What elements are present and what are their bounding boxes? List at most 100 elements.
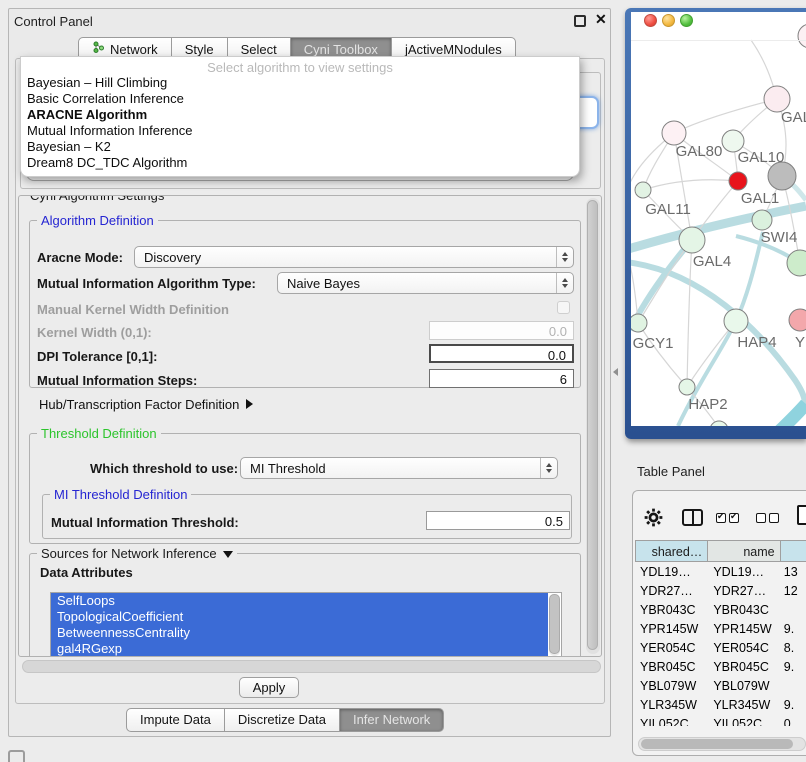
manual-kernel-checkbox[interactable]	[557, 301, 570, 314]
mi-threshold-label: Mutual Information Threshold:	[51, 515, 239, 530]
node-gal80[interactable]	[662, 121, 686, 145]
split-columns-icon[interactable]	[682, 509, 703, 526]
mi-threshold-definition-title: MI Threshold Definition	[50, 487, 191, 502]
list-item-selfloops[interactable]: SelfLoops	[51, 593, 548, 609]
node-label-gal11: GAL11	[645, 201, 691, 218]
dropdown-item-bayesian-hill-climbing[interactable]: Bayesian – Hill Climbing	[21, 75, 579, 91]
dpi-tolerance-label: DPI Tolerance [0,1]:	[37, 349, 157, 364]
tab-discretize-data[interactable]: Discretize Data	[224, 708, 340, 732]
list-scrollbar[interactable]	[549, 594, 560, 656]
scrollbar-thumb[interactable]	[641, 739, 793, 749]
node-cut-bottom[interactable]	[710, 421, 728, 426]
table-row[interactable]: YBR045CYBR045C9.	[635, 657, 806, 676]
node-cut-right[interactable]	[787, 250, 806, 276]
node-swi4[interactable]	[752, 210, 772, 230]
window-controls	[644, 14, 693, 27]
sources-title[interactable]: Sources for Network Inference	[37, 546, 237, 561]
data-attributes-list[interactable]: SelfLoops TopologicalCoefficient Between…	[50, 592, 562, 657]
node-label-gal10: GAL10	[738, 149, 785, 166]
dropdown-item-aracne[interactable]: ARACNE Algorithm	[21, 107, 579, 123]
table-row[interactable]: YLR345WYLR345W9.	[635, 695, 806, 714]
scrollbar-thumb[interactable]	[587, 200, 598, 650]
node-gal4[interactable]	[679, 227, 705, 253]
table-row[interactable]: YBL079WYBL079W	[635, 676, 806, 695]
mi-steps-field[interactable]: 6	[429, 369, 574, 388]
column-header-shared-name[interactable]: shared…	[635, 540, 708, 562]
dpi-tolerance-field[interactable]: 0.0	[429, 344, 574, 363]
table-row[interactable]: YBR043CYBR043C	[635, 600, 806, 619]
settings-vertical-scrollbar[interactable]	[586, 198, 600, 654]
network-view-window[interactable]: GAL GAL80 GAL10 GAL1 GAL11 SWI4 GAL4 GCY…	[625, 8, 806, 439]
node-hap2[interactable]	[679, 379, 695, 395]
control-panel: Control Panel ✕ Network Style Select	[8, 8, 611, 737]
table-row[interactable]: YIL052CYIL052C0.	[635, 714, 806, 726]
node-gray[interactable]	[768, 162, 796, 190]
algorithm-dropdown[interactable]: Select algorithm to view settings Bayesi…	[20, 56, 580, 177]
list-item-betweennesscentrality[interactable]: BetweennessCentrality	[51, 625, 548, 641]
node-y-cut[interactable]	[789, 309, 806, 331]
node-hap4[interactable]	[724, 309, 748, 333]
minimize-window-icon[interactable]	[662, 14, 675, 27]
manual-kernel-label: Manual Kernel Width Definition	[37, 302, 229, 317]
select-all-icon[interactable]	[716, 513, 739, 523]
network-canvas[interactable]: GAL GAL80 GAL10 GAL1 GAL11 SWI4 GAL4 GCY…	[631, 12, 806, 426]
kernel-width-field[interactable]: 0.0	[429, 321, 574, 340]
column-header-cut[interactable]	[781, 540, 806, 562]
dropdown-item-bayesian-k2[interactable]: Bayesian – K2	[21, 139, 579, 155]
close-window-icon[interactable]	[644, 14, 657, 27]
dropdown-item-dream8[interactable]: Dream8 DC_TDC Algorithm	[21, 155, 579, 171]
list-item-gal4rgexp[interactable]: gal4RGexp	[51, 641, 548, 657]
list-item-topologicalcoefficient[interactable]: TopologicalCoefficient	[51, 609, 548, 625]
close-panel-icon[interactable]: ✕	[595, 11, 607, 28]
tab-infer-network[interactable]: Infer Network	[339, 708, 444, 732]
mi-steps-label: Mutual Information Steps:	[37, 373, 197, 388]
node-gcy1[interactable]	[631, 314, 647, 332]
node-gal11[interactable]	[635, 182, 651, 198]
cyni-bottom-tabbar: Impute Data Discretize Data Infer Networ…	[126, 708, 444, 732]
table-row[interactable]: YDL19…YDL19…13	[635, 562, 806, 581]
scrollbar-thumb[interactable]	[549, 594, 560, 654]
node-label-hap2: HAP2	[688, 396, 727, 413]
which-threshold-combo[interactable]: MI Threshold	[240, 457, 558, 479]
window-title-separator	[631, 40, 806, 41]
table-horizontal-scrollbar[interactable]	[638, 737, 806, 751]
node-label-y-cut: Y	[795, 334, 805, 351]
cyni-toolbox-content: Select algorithm to view settings Bayesi…	[15, 58, 605, 704]
hub-tf-definition-toggle[interactable]: Hub/Transcription Factor Definition	[39, 397, 253, 412]
column-header-name[interactable]: name	[708, 540, 780, 562]
maximize-window-icon[interactable]	[680, 14, 693, 27]
float-panel-icon[interactable]	[574, 15, 586, 27]
mi-algorithm-type-combo[interactable]: Naive Bayes	[277, 272, 574, 294]
collapsed-arrow-icon	[246, 399, 253, 409]
table-body: YDL19…YDL19…13 YDR27…YDR27…12 YBR043CYBR…	[635, 562, 806, 726]
stepper-icon	[556, 273, 573, 293]
resize-grip-icon[interactable]	[8, 750, 25, 762]
settings-gear-icon[interactable]	[644, 508, 663, 530]
table-row[interactable]: YDR27…YDR27…12	[635, 581, 806, 600]
export-table-icon[interactable]	[797, 505, 806, 525]
node-label-swi4: SWI4	[761, 229, 798, 246]
node-cut-topright[interactable]	[798, 24, 806, 48]
node-gal1-highlighted[interactable]	[729, 172, 747, 190]
network-graph: GAL GAL80 GAL10 GAL1 GAL11 SWI4 GAL4 GCY…	[631, 12, 806, 426]
node-label-gcy1: GCY1	[633, 335, 674, 352]
data-attributes-label: Data Attributes	[40, 565, 133, 580]
dropdown-item-mutual-information[interactable]: Mutual Information Inference	[21, 123, 579, 139]
cyni-settings-title: Cyni Algorithm Settings	[26, 195, 168, 203]
network-corner-edge	[758, 404, 806, 426]
settings-horizontal-scrollbar[interactable]	[22, 660, 601, 673]
mi-threshold-field[interactable]: 0.5	[426, 511, 570, 530]
tab-impute-data[interactable]: Impute Data	[126, 708, 225, 732]
splitpane-collapse-icon[interactable]	[613, 368, 618, 376]
apply-button[interactable]: Apply	[239, 677, 299, 698]
table-row[interactable]: YPR145WYPR145W9.	[635, 619, 806, 638]
dropdown-item-basic-correlation[interactable]: Basic Correlation Inference	[21, 91, 579, 107]
dropdown-placeholder: Select algorithm to view settings	[21, 57, 579, 75]
stepper-icon	[540, 458, 557, 478]
aracne-mode-combo[interactable]: Discovery	[134, 246, 574, 268]
deselect-all-icon[interactable]	[756, 513, 779, 523]
mi-threshold-definition-group: MI Threshold Definition Mutual Informati…	[42, 494, 572, 539]
node-label-gal1: GAL1	[741, 190, 779, 207]
table-row[interactable]: YER054CYER054C8.	[635, 638, 806, 657]
node-label-hap4: HAP4	[737, 334, 776, 351]
